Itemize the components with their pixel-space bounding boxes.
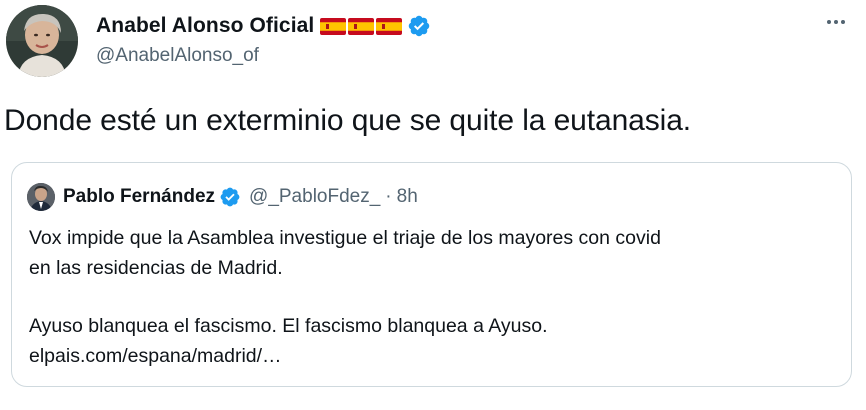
quoted-author-avatar[interactable] bbox=[27, 183, 55, 211]
more-dot bbox=[841, 20, 845, 24]
quoted-tweet[interactable]: Pablo Fernández @_PabloFdez_ · 8h Vox im… bbox=[11, 162, 852, 387]
quoted-text-line: Vox impide que la Asamblea investigue el… bbox=[29, 227, 661, 249]
tweet-text: Donde esté un exterminio que se quite la… bbox=[4, 104, 692, 137]
author-name-row: Anabel Alonso Oficial bbox=[96, 10, 431, 42]
quoted-tweet-time[interactable]: 8h bbox=[397, 186, 418, 208]
tweet-card: Anabel Alonso Oficial @AnabelAlonso_of D… bbox=[0, 0, 866, 410]
quoted-text-line: Ayuso blanquea el fascismo. El fascismo … bbox=[29, 315, 548, 337]
spain-flag-icon bbox=[376, 17, 403, 35]
flags-group bbox=[320, 17, 403, 35]
author-display-name[interactable]: Anabel Alonso Oficial bbox=[96, 14, 314, 38]
quoted-author-name[interactable]: Pablo Fernández bbox=[63, 186, 215, 208]
spain-flag-icon bbox=[320, 17, 347, 35]
quoted-link[interactable]: elpais.com/espana/madrid/… bbox=[29, 341, 839, 371]
quoted-author-handle[interactable]: @_PabloFdez_ bbox=[249, 186, 380, 208]
spain-flag-icon bbox=[348, 17, 375, 35]
separator-dot: · bbox=[385, 186, 392, 207]
more-options-icon[interactable] bbox=[822, 12, 850, 32]
quoted-text-line: en las residencias de Madrid. bbox=[29, 257, 283, 279]
author-avatar[interactable] bbox=[6, 5, 78, 77]
verified-badge-icon bbox=[409, 15, 430, 37]
more-dot bbox=[834, 20, 838, 24]
more-dot bbox=[827, 20, 831, 24]
quoted-tweet-header: Pablo Fernández @_PabloFdez_ · 8h bbox=[27, 182, 418, 212]
verified-badge-icon bbox=[220, 187, 240, 207]
quoted-tweet-body: Vox impide que la Asamblea investigue el… bbox=[29, 223, 839, 371]
author-handle[interactable]: @AnabelAlonso_of bbox=[96, 45, 259, 67]
